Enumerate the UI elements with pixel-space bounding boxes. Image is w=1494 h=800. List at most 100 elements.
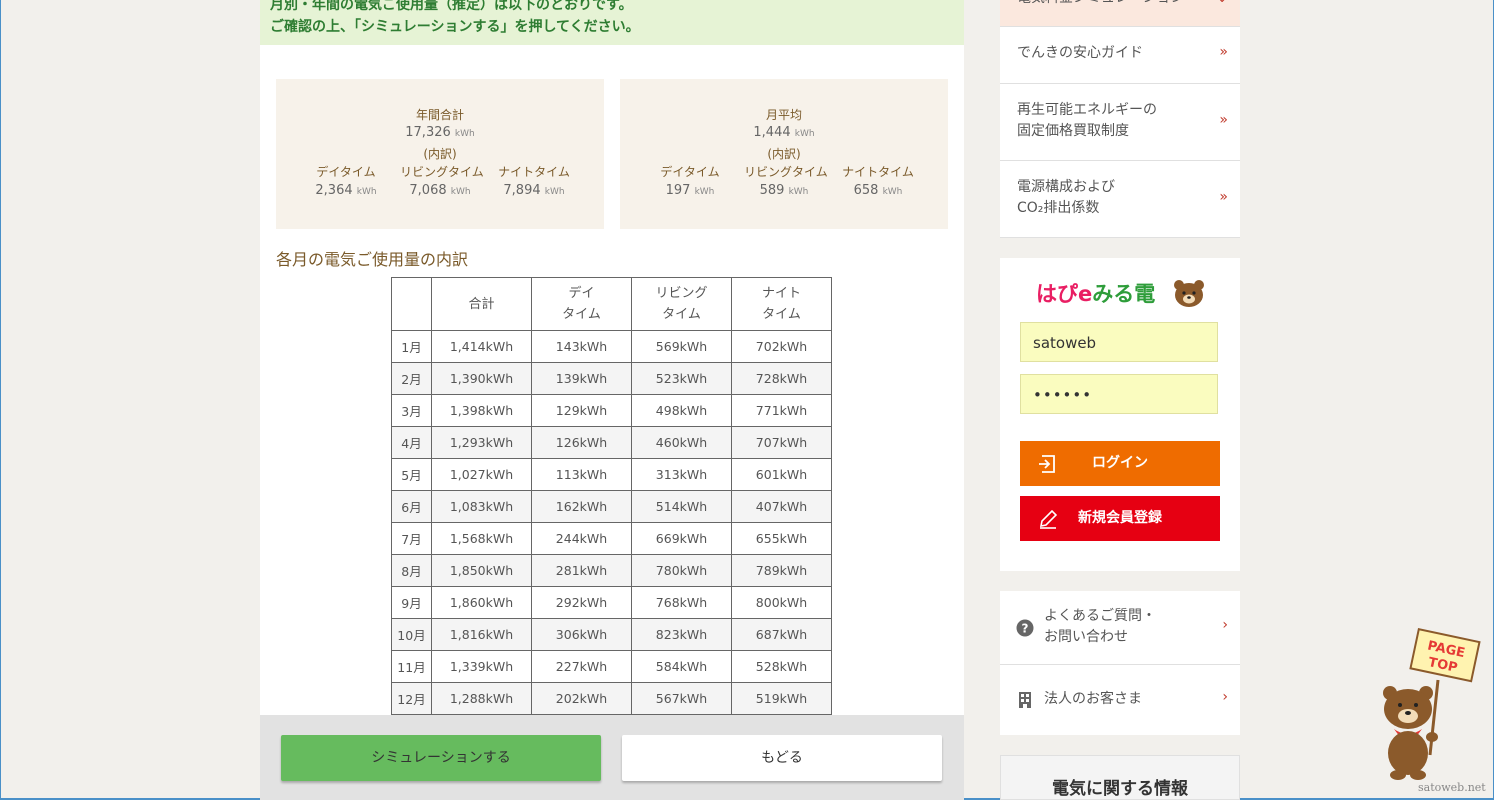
watermark: satoweb.net [1418,781,1486,794]
action-bar: シミュレーションする もどる [260,715,964,800]
usage-cell: 227kWh [531,650,632,683]
username-field[interactable]: satoweb [1020,322,1218,362]
usage-cell: 139kWh [531,362,632,395]
usage-cell: 1,850kWh [431,554,532,587]
table-row: 8月 1,850kWh 281kWh 780kWh 789kWh [391,554,832,587]
usage-cell: 1,816kWh [431,618,532,651]
usage-cell: 519kWh [731,682,832,715]
usage-cell: 1,339kWh [431,650,532,683]
month-cell: 7月 [391,522,432,555]
monthly-avg-night: ナイトタイム 658 kWh [842,165,914,198]
back-button[interactable]: もどる [622,735,942,781]
usage-cell: 584kWh [631,650,732,683]
simulate-button[interactable]: シミュレーションする [281,735,601,781]
month-cell: 1月 [391,330,432,363]
usage-cell: 281kWh [531,554,632,587]
usage-cell: 823kWh [631,618,732,651]
annual-breakdown-label: (内訳) [423,147,457,161]
monthly-avg-living: リビングタイム 589 kWh [744,165,828,198]
question-icon: ? [1016,619,1034,637]
monthly-usage-table: 合計 デイ タイム リビング タイム ナイト タイム 1月 1,414kWh 143… [391,277,832,715]
building-icon [1019,692,1031,708]
table-header-cell [391,277,432,331]
usage-cell: 669kWh [631,522,732,555]
sidebar-nav: 電気料金シミュレーション ⌄ でんきの安心ガイド » 再生可能エネルギーの 固定… [1000,0,1240,238]
usage-cell: 306kWh [531,618,632,651]
usage-cell: 244kWh [531,522,632,555]
month-cell: 6月 [391,490,432,523]
month-cell: 5月 [391,458,432,491]
usage-cell: 800kWh [731,586,832,619]
table-row: 10月 1,816kWh 306kWh 823kWh 687kWh [391,618,832,651]
annual-total: 17,326 kWh [405,125,475,140]
table-row: 1月 1,414kWh 143kWh 569kWh 702kWh [391,330,832,363]
usage-cell: 771kWh [731,394,832,427]
table-header-cell: デイ タイム [531,277,632,331]
usage-cell: 687kWh [731,618,832,651]
month-cell: 10月 [391,618,432,651]
month-cell: 9月 [391,586,432,619]
register-button[interactable]: 新規会員登録 [1020,496,1220,541]
monthly-avg-day: デイタイム 197 kWh [660,165,720,198]
pencil-icon [1039,509,1058,529]
bear-logo-icon [1174,280,1204,307]
usage-cell: 1,293kWh [431,426,532,459]
usage-cell: 143kWh [531,330,632,363]
usage-cell: 1,288kWh [431,682,532,715]
annual-summary-box: 年間合計 17,326 kWh (内訳) デイタイム 2,364 kWh リビン… [276,79,604,229]
annual-living: リビングタイム 7,068 kWh [400,165,484,198]
double-chevron-right-icon: » [1219,44,1228,60]
sidebar-item-corporate[interactable]: 法人のお客さま › [1000,665,1240,735]
usage-cell: 407kWh [731,490,832,523]
usage-cell: 655kWh [731,522,832,555]
month-cell: 12月 [391,682,432,715]
table-row: 6月 1,083kWh 162kWh 514kWh 407kWh [391,490,832,523]
chevron-right-icon: › [1222,617,1228,633]
table-header-cell: 合計 [431,277,532,331]
annual-day: デイタイム 2,364 kWh [315,165,377,198]
monthly-avg-title: 月平均 [765,108,802,122]
svg-text:?: ? [1022,622,1029,636]
notice-line-1: 月別・年間の電気ご使用量（推定）は以下のとおりです。 [270,0,633,13]
sidebar-item-renewable[interactable]: 再生可能エネルギーの 固定価格買取制度 » [1000,84,1240,161]
table-row: 11月 1,339kWh 227kWh 584kWh 528kWh [391,650,832,683]
table-row: 7月 1,568kWh 244kWh 669kWh 655kWh [391,522,832,555]
window-border-left [0,0,1,800]
sidebar-item-guide[interactable]: でんきの安心ガイド » [1000,27,1240,84]
sidebar-item-faq[interactable]: ? よくあるご質問・ お問い合わせ › [1000,591,1240,665]
info-title: 電気に関する情報 [1052,779,1188,799]
annual-night: ナイトタイム 7,894 kWh [498,165,570,198]
password-field[interactable]: •••••• [1020,374,1218,414]
usage-cell: 1,083kWh [431,490,532,523]
notice-line-2: ご確認の上、「シミュレーションする」を押してください。 [270,19,640,35]
usage-cell: 126kWh [531,426,632,459]
chevron-down-icon: ⌄ [1216,0,1228,6]
usage-cell: 1,414kWh [431,330,532,363]
usage-cell: 528kWh [731,650,832,683]
sidebar-item-simulation[interactable]: 電気料金シミュレーション ⌄ [1000,0,1240,27]
usage-cell: 1,860kWh [431,586,532,619]
usage-cell: 780kWh [631,554,732,587]
double-chevron-right-icon: » [1219,189,1228,205]
usage-cell: 129kWh [531,394,632,427]
usage-cell: 1,398kWh [431,394,532,427]
usage-cell: 202kWh [531,682,632,715]
usage-cell: 498kWh [631,394,732,427]
usage-cell: 1,568kWh [431,522,532,555]
month-cell: 11月 [391,650,432,683]
usage-cell: 567kWh [631,682,732,715]
table-row: 5月 1,027kWh 113kWh 313kWh 601kWh [391,458,832,491]
monthly-avg-total: 1,444 kWh [753,125,815,140]
table-header-row: 合計 デイ タイム リビング タイム ナイト タイム [391,277,832,331]
table-row: 4月 1,293kWh 126kWh 460kWh 707kWh [391,426,832,459]
sidebar-item-power-source[interactable]: 電源構成および CO₂排出係数 » [1000,161,1240,238]
login-button[interactable]: ログイン [1020,441,1220,486]
usage-cell: 162kWh [531,490,632,523]
monthly-avg-breakdown-label: (内訳) [767,147,801,161]
table-row: 2月 1,390kWh 139kWh 523kWh 728kWh [391,362,832,395]
page-top-button[interactable]: PAGE TOP [1372,625,1482,785]
month-cell: 3月 [391,394,432,427]
table-row: 3月 1,398kWh 129kWh 498kWh 771kWh [391,394,832,427]
usage-cell: 313kWh [631,458,732,491]
main-content: 月別・年間の電気ご使用量（推定）は以下のとおりです。 ご確認の上、「シミュレーシ… [260,0,964,800]
